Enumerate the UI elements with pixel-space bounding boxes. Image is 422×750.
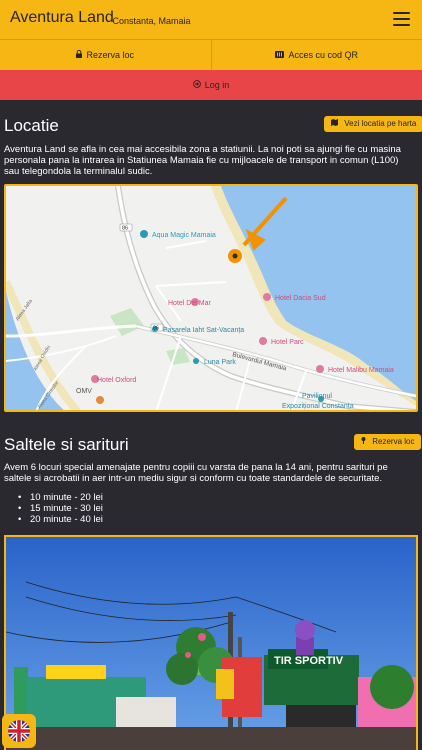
price-item: 20 minute - 40 lei	[18, 514, 103, 525]
reserve-trampoline-label: Rezerva loc	[372, 437, 415, 446]
location-description: Aventura Land se afla in cea mai accesib…	[4, 144, 401, 177]
trampolines-description: Avem 6 locuri special amenajate pentru c…	[4, 462, 388, 484]
app-subtitle: - Constanta, Mamaia	[107, 16, 191, 26]
map-label-omv: OMV	[76, 388, 92, 395]
lock-icon	[76, 49, 83, 60]
map-label-luna: Luna Park	[204, 359, 236, 366]
qr-access-label: Acces cu cod QR	[288, 50, 359, 60]
language-button[interactable]	[2, 714, 36, 748]
location-heading: Locatie	[4, 116, 59, 135]
qr-access-button[interactable]: Acces cu cod QR	[210, 40, 422, 70]
view-map-label: Vezi locatia pe harta	[344, 119, 417, 128]
location-map[interactable]: Aqua Magic Mamaia Hotel Del Mar Hotel Da…	[4, 184, 418, 412]
map-icon	[331, 116, 338, 132]
map-label-pavilion-1: Pavilionul	[302, 393, 332, 400]
photo-sign-text: TIR SPORTIV	[274, 655, 344, 667]
trampolines-heading: Saltele si sarituri	[4, 435, 129, 454]
price-list: 10 minute - 20 lei 15 minute - 30 lei 20…	[18, 492, 103, 525]
login-label: Log in	[204, 80, 230, 90]
map-label-parc: Hotel Parc	[271, 339, 304, 346]
price-item: 10 minute - 20 lei	[18, 492, 103, 503]
map-label-pasarela: Pasarela Iaht Sat-Vacanța	[163, 327, 244, 334]
map-label-malibu: Hotel Malibu Mamaia	[328, 367, 394, 374]
hamburger-menu-icon[interactable]	[393, 12, 410, 26]
price-item: 15 minute - 30 lei	[18, 503, 103, 514]
uk-flag-icon	[8, 720, 30, 742]
qr-ticket-icon	[275, 50, 285, 60]
map-label-aqua: Aqua Magic Mamaia	[152, 232, 216, 239]
login-icon	[192, 80, 201, 90]
trampolines-photo: TIR SPORTIV	[4, 535, 418, 750]
top-bar: Aventura Land - Constanta, Mamaia	[0, 0, 422, 40]
reserve-trampoline-button[interactable]: Rezerva loc	[354, 434, 422, 450]
map-label-oxford: Hotel Oxford	[97, 377, 136, 384]
reserve-seat-button[interactable]: Rezerva loc	[0, 40, 211, 70]
pin-icon	[361, 434, 366, 450]
app-title[interactable]: Aventura Land	[10, 9, 114, 27]
action-bar: Rezerva loc Acces cu cod QR	[0, 40, 422, 70]
reserve-seat-label: Rezerva loc	[86, 50, 135, 60]
view-map-button[interactable]: Vezi locatia pe harta	[324, 116, 422, 132]
map-label-del-mar: Hotel Del Mar	[168, 300, 211, 307]
login-button[interactable]: Log in	[0, 70, 422, 100]
map-label-dacia: Hotel Dacia Sud	[275, 295, 326, 302]
map-road-badge: 86	[122, 226, 128, 232]
map-road-badge-2: 86	[153, 326, 159, 332]
map-label-pavilion-2: Expozițional Constanța	[282, 403, 354, 410]
